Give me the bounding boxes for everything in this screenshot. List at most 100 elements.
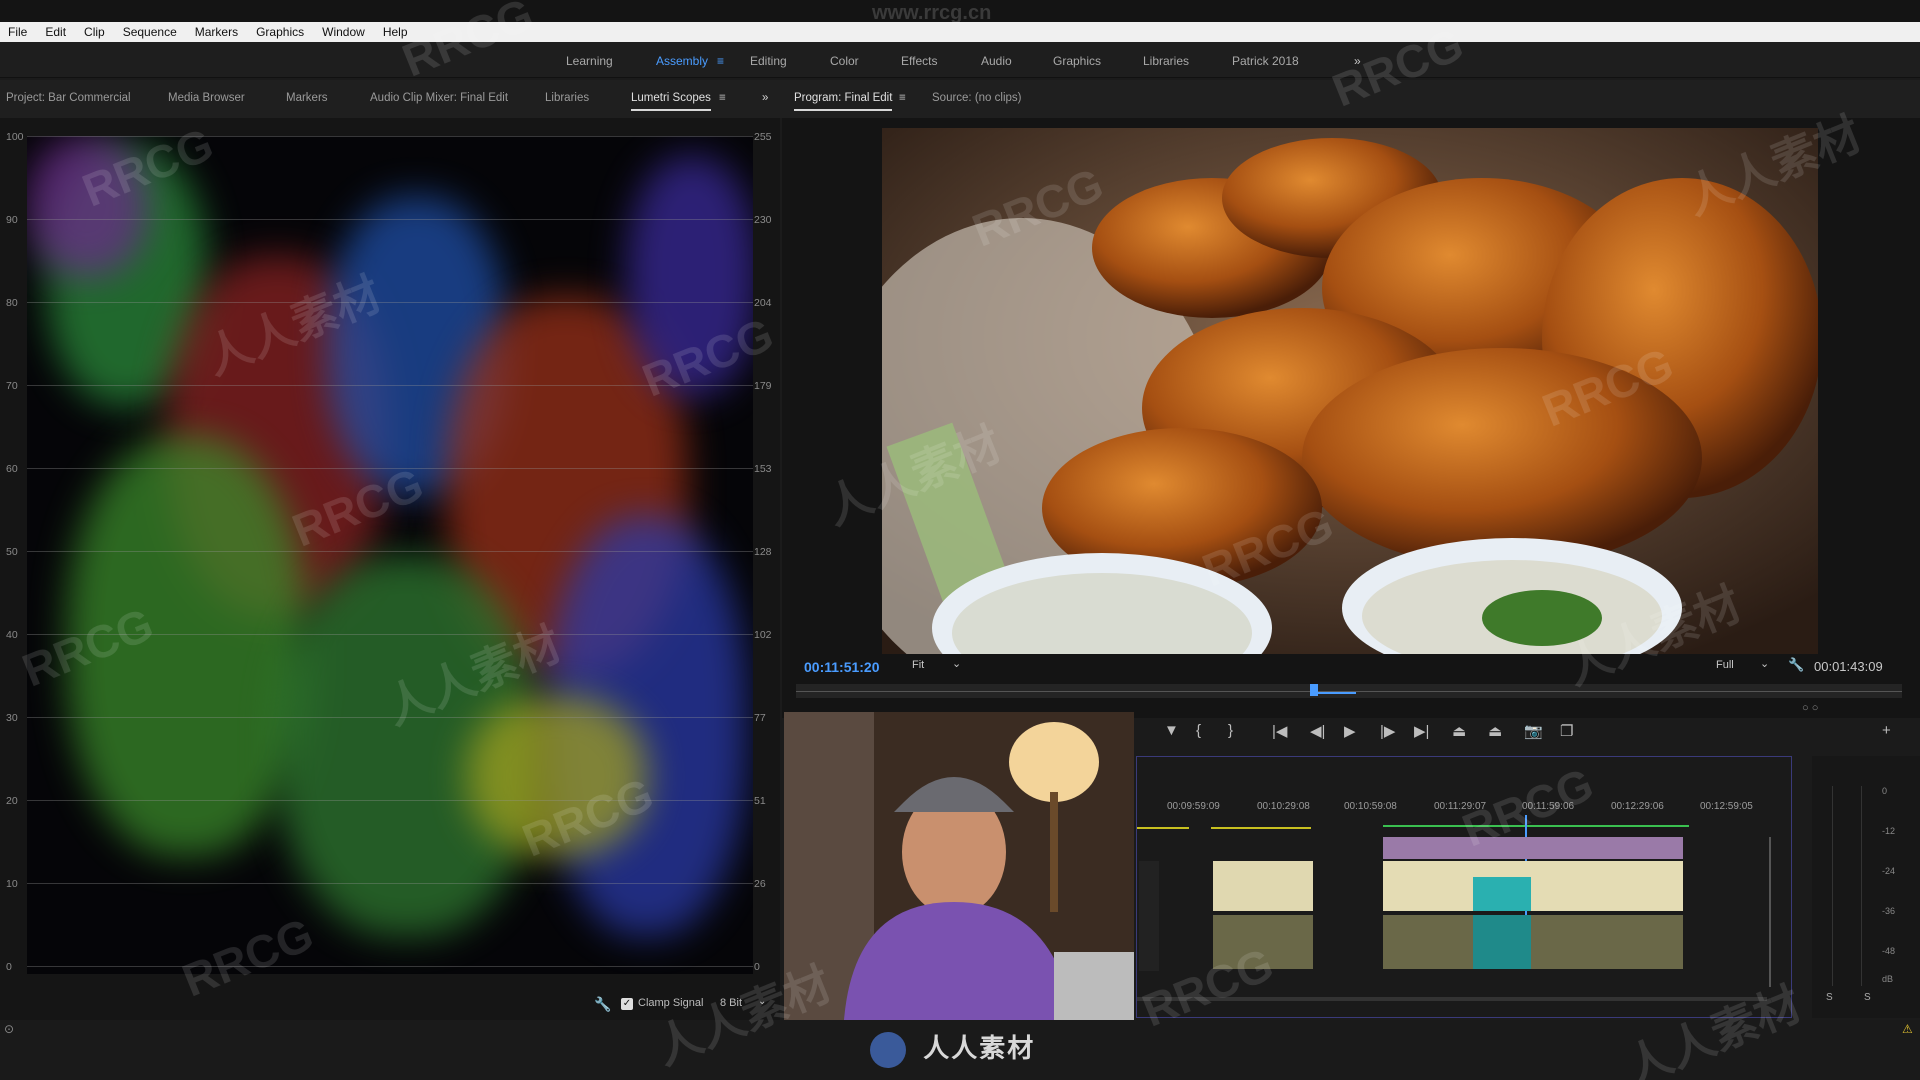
scope-scale-right: 26 [754, 878, 766, 890]
current-timecode[interactable]: 00:11:51:20 [804, 659, 880, 675]
meter-scale-label: -36 [1882, 906, 1896, 916]
tab-project[interactable]: Project: Bar Commercial [6, 92, 131, 104]
meter-scale-label: -12 [1882, 826, 1896, 836]
scope-settings-wrench-icon[interactable]: 🔧 [594, 996, 611, 1013]
settings-wrench-icon[interactable]: 🔧 [1788, 657, 1804, 673]
workspace-graphics[interactable]: Graphics [1053, 54, 1101, 68]
video-clip[interactable] [1213, 861, 1313, 911]
bit-depth-select[interactable]: 8 Bit [720, 997, 742, 1009]
workspace-learning[interactable]: Learning [566, 54, 613, 68]
playhead[interactable] [1310, 684, 1318, 696]
presenter-webcam [784, 712, 1134, 1020]
add-marker-icon[interactable]: ▼ [1164, 722, 1179, 739]
vertical-scrollbar[interactable] [1769, 837, 1771, 987]
menu-help[interactable]: Help [383, 25, 408, 39]
chevron-down-icon[interactable]: ⌄ [758, 996, 766, 1007]
program-menu-icon[interactable]: ≡ [899, 92, 906, 104]
step-forward-icon[interactable]: |▶ [1380, 722, 1395, 740]
tab-libraries[interactable]: Libraries [545, 92, 589, 104]
scope-scale-left: 20 [6, 795, 18, 807]
timeline-ruler-label: 00:11:59:06 [1522, 801, 1575, 812]
solo-left-button[interactable]: S [1826, 992, 1833, 1003]
brand-logo-text: 人人素材 [923, 1033, 1036, 1063]
menu-sequence[interactable]: Sequence [123, 25, 177, 39]
menu-markers[interactable]: Markers [195, 25, 238, 39]
panel-tab-row: Project: Bar Commercial Media Browser Ma… [0, 80, 1920, 118]
mark-out-icon[interactable]: } [1228, 722, 1233, 739]
comparison-view-icon[interactable]: ❐ [1560, 722, 1573, 740]
step-back-icon[interactable]: ◀| [1310, 722, 1325, 740]
warning-icon[interactable]: ⚠ [1902, 1022, 1913, 1036]
presenter-image [784, 712, 1134, 1020]
audio-clip[interactable] [1213, 915, 1313, 969]
menu-edit[interactable]: Edit [45, 25, 66, 39]
workspace-menu-icon[interactable]: ≡ [717, 54, 724, 68]
status-icon: ⊙ [4, 1022, 15, 1036]
playback-resolution-select[interactable]: Full [1716, 659, 1734, 671]
scope-scale-right: 102 [754, 629, 772, 641]
scope-scale-right: 51 [754, 795, 766, 807]
video-clip[interactable] [1383, 837, 1683, 859]
audio-clip[interactable] [1473, 915, 1531, 969]
audio-clip[interactable] [1383, 915, 1683, 969]
chevron-down-icon[interactable]: ⌄ [952, 657, 961, 670]
scope-scale-left: 100 [6, 131, 24, 143]
program-video-frame[interactable] [882, 128, 1818, 654]
timeline-ruler-label: 00:12:59:05 [1700, 801, 1753, 812]
tab-lumetri-scopes[interactable]: Lumetri Scopes [631, 92, 711, 111]
in-out-handle-icon[interactable]: ○ ○ [1802, 702, 1818, 714]
timeline-ruler-label: 00:10:29:08 [1257, 801, 1310, 812]
brand-logo: 人人素材 [870, 1028, 1036, 1069]
video-clip[interactable] [1473, 877, 1531, 911]
go-to-out-icon[interactable]: ▶| [1414, 722, 1429, 740]
workspace-libraries[interactable]: Libraries [1143, 54, 1189, 68]
timeline-ruler-label: 00:10:59:08 [1344, 801, 1397, 812]
workspace-color[interactable]: Color [830, 54, 859, 68]
time-ruler-scrubber[interactable] [796, 684, 1902, 698]
solo-right-button[interactable]: S [1864, 992, 1871, 1003]
tab-audio-clip-mixer[interactable]: Audio Clip Mixer: Final Edit [370, 92, 508, 104]
scope-scale-right: 179 [754, 380, 772, 392]
export-frame-camera-icon[interactable]: 📷 [1524, 722, 1543, 740]
meter-scale-label: 0 [1882, 786, 1888, 796]
scope-scale-right: 230 [754, 214, 772, 226]
menu-file[interactable]: File [8, 25, 27, 39]
clamp-signal-label: Clamp Signal [638, 997, 704, 1009]
clamp-signal-checkbox[interactable]: ✓ [621, 998, 633, 1010]
mark-in-icon[interactable]: { [1196, 722, 1201, 739]
scope-scale-left: 0 [6, 961, 12, 973]
extract-icon[interactable]: ⏏ [1488, 722, 1502, 740]
menu-bar: File Edit Clip Sequence Markers Graphics… [0, 22, 1920, 42]
go-to-in-icon[interactable]: |◀ [1272, 722, 1287, 740]
timeline-zoom-scrollbar[interactable] [1137, 997, 1767, 1001]
workspace-overflow-icon[interactable]: » [1354, 54, 1361, 68]
track-headers[interactable] [1139, 861, 1159, 971]
zoom-level-select[interactable]: Fit [912, 659, 924, 671]
scope-scale-left: 30 [6, 712, 18, 724]
scope-trace [627, 156, 753, 396]
video-clip[interactable] [1383, 861, 1683, 911]
button-editor-plus-icon[interactable]: + [1882, 722, 1891, 739]
menu-clip[interactable]: Clip [84, 25, 105, 39]
workspace-bar: Learning Assembly ≡ Editing Color Effect… [0, 42, 1920, 78]
tab-markers[interactable]: Markers [286, 92, 328, 104]
chevron-down-icon[interactable]: ⌄ [1760, 657, 1769, 670]
tab-program-monitor[interactable]: Program: Final Edit [794, 92, 893, 111]
menu-window[interactable]: Window [322, 25, 365, 39]
workspace-audio[interactable]: Audio [981, 54, 1012, 68]
workspace-effects[interactable]: Effects [901, 54, 937, 68]
meter-scale-label: -24 [1882, 866, 1896, 876]
meter-scale-label: dB [1882, 974, 1894, 984]
lumetri-menu-icon[interactable]: ≡ [719, 92, 726, 104]
play-icon[interactable]: ▶ [1344, 722, 1356, 740]
lift-icon[interactable]: ⏏ [1452, 722, 1466, 740]
menu-graphics[interactable]: Graphics [256, 25, 304, 39]
title-strip: www.rrcg.cn [0, 0, 1920, 24]
tab-source-monitor[interactable]: Source: (no clips) [932, 92, 1021, 104]
workspace-assembly[interactable]: Assembly [656, 54, 708, 68]
scope-scale-right: 0 [754, 961, 760, 973]
tab-media-browser[interactable]: Media Browser [168, 92, 245, 104]
workspace-patrick-2018[interactable]: Patrick 2018 [1232, 54, 1299, 68]
left-tabs-overflow-icon[interactable]: » [762, 92, 768, 104]
workspace-editing[interactable]: Editing [750, 54, 787, 68]
